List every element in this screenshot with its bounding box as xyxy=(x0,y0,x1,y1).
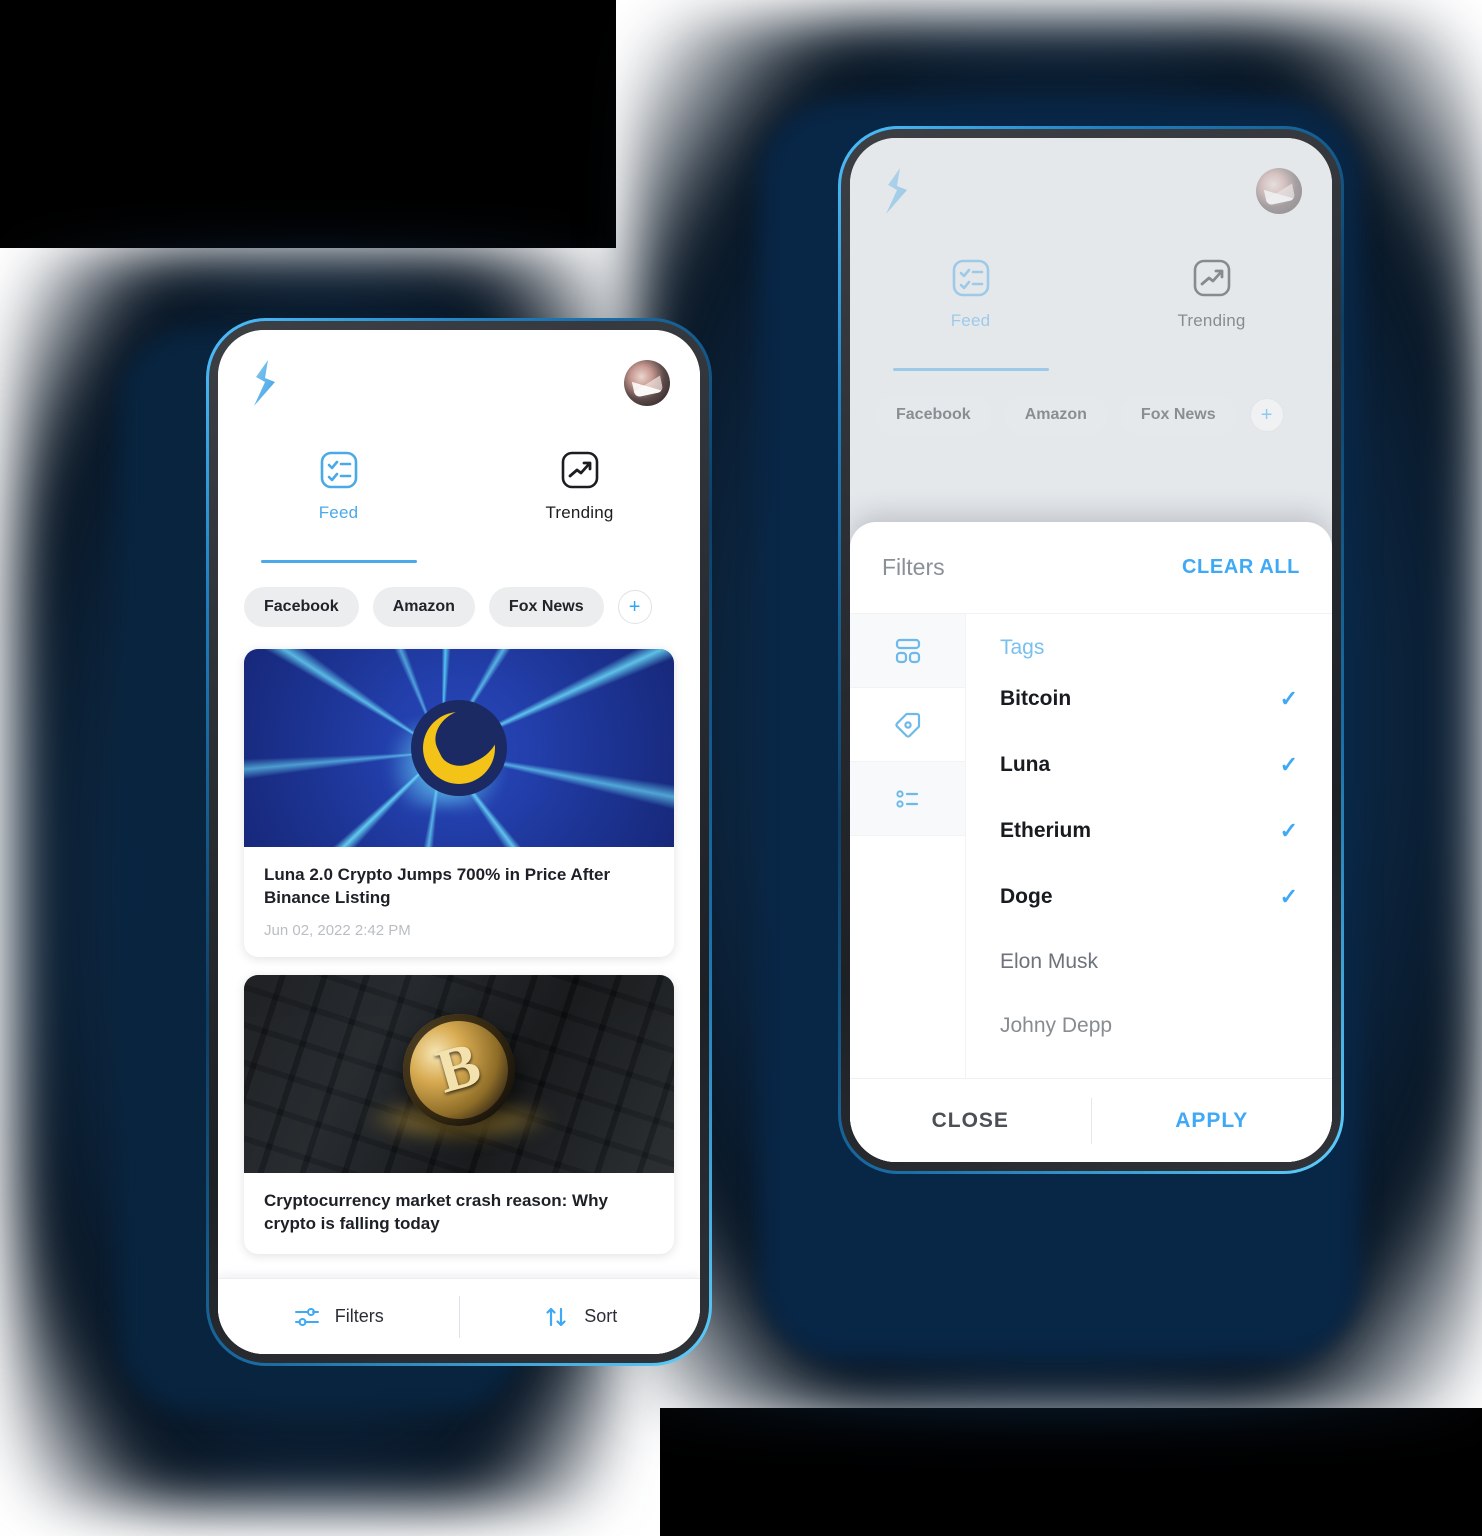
check-icon: ✓ xyxy=(1279,818,1298,843)
tab-feed[interactable]: Feed xyxy=(218,448,459,563)
article-thumbnail xyxy=(244,649,674,847)
chip-row-left: Facebook Amazon Fox News + xyxy=(218,539,700,627)
article-thumbnail: B xyxy=(244,974,674,1173)
sort-arrows-icon xyxy=(546,1307,566,1326)
phone-right-screen: Feed Trending Facebook Amazon xyxy=(850,138,1332,1162)
tab-active-underline xyxy=(260,560,417,563)
apply-button[interactable]: APPLY xyxy=(1092,1109,1333,1133)
tag-row-doge[interactable]: Doge ✓ xyxy=(966,864,1332,930)
filter-sheet-title: Filters xyxy=(882,554,945,580)
trending-up-icon xyxy=(561,451,598,489)
layout-grid-icon xyxy=(895,638,920,663)
lightning-bolt-logo xyxy=(254,360,275,406)
tag-label: Etherium xyxy=(1000,819,1092,842)
article-title: Cryptocurrency market crash reason: Why … xyxy=(264,1190,608,1233)
article-feed[interactable]: Luna 2.0 Crypto Jumps 700% in Price Afte… xyxy=(218,627,700,1278)
article-body: Luna 2.0 Crypto Jumps 700% in Price Afte… xyxy=(244,847,674,957)
check-icon: ✓ xyxy=(1279,752,1298,777)
screenshot-stage: Feed Trending Facebook Amazon xyxy=(0,0,1482,1536)
filter-sheet: Filters CLEAR ALL Tags Bitcoin ✓ Luna ✓ … xyxy=(850,522,1332,1162)
chip-fox-news[interactable]: Fox News xyxy=(488,587,604,627)
chip-amazon[interactable]: Amazon xyxy=(372,587,475,627)
phone-left-screen: Feed Trending Facebook Amazon Fox News +… xyxy=(218,330,700,1354)
sort-button[interactable]: Sort xyxy=(460,1303,701,1331)
article-card[interactable]: Luna 2.0 Crypto Jumps 700% in Price Afte… xyxy=(244,649,674,957)
list-options-icon xyxy=(895,789,918,808)
article-card[interactable]: B Cryptocurrency market crash reason: Wh… xyxy=(244,974,674,1254)
background-plate-bottom-right xyxy=(660,1408,1482,1536)
filter-category-rail xyxy=(850,614,966,1078)
tag-row-bitcoin[interactable]: Bitcoin ✓ xyxy=(966,666,1332,732)
top-bar-left xyxy=(218,330,700,414)
tag-label: Luna xyxy=(1000,753,1051,776)
tab-feed-label: Feed xyxy=(318,503,359,522)
filters-label: Filters xyxy=(334,1306,384,1326)
tag-label: Johny Depp xyxy=(1000,1014,1113,1037)
phone-right: Feed Trending Facebook Amazon xyxy=(838,126,1344,1174)
checklist-icon xyxy=(320,451,357,489)
phone-left: Feed Trending Facebook Amazon Fox News +… xyxy=(206,318,712,1366)
tag-row-luna[interactable]: Luna ✓ xyxy=(966,732,1332,798)
tag-icon xyxy=(894,712,920,738)
app-screen-left: Feed Trending Facebook Amazon Fox News +… xyxy=(218,330,700,1354)
chip-facebook[interactable]: Facebook xyxy=(244,587,359,627)
check-icon: ✓ xyxy=(1279,884,1298,909)
filter-sheet-footer: CLOSE APPLY xyxy=(850,1078,1332,1162)
article-body: Cryptocurrency market crash reason: Why … xyxy=(244,1173,674,1254)
filter-sheet-header: Filters CLEAR ALL xyxy=(850,522,1332,614)
rail-item-options[interactable] xyxy=(850,762,965,836)
article-date: Jun 02, 2022 2:42 PM xyxy=(264,921,411,939)
add-source-button[interactable]: + xyxy=(617,590,652,624)
article-title: Luna 2.0 Crypto Jumps 700% in Price Afte… xyxy=(264,865,611,907)
tab-bar-left: Feed Trending xyxy=(218,414,700,563)
check-icon: ✓ xyxy=(1279,686,1298,711)
clear-all-button[interactable]: CLEAR ALL xyxy=(1182,556,1300,579)
tab-trending[interactable]: Trending xyxy=(459,448,700,539)
avatar[interactable] xyxy=(624,360,670,406)
filters-sliders-icon xyxy=(294,1307,319,1326)
tag-label: Elon Musk xyxy=(1000,950,1099,973)
tag-row-etherium[interactable]: Etherium ✓ xyxy=(966,798,1332,864)
tag-list[interactable]: Tags Bitcoin ✓ Luna ✓ Etherium ✓ Doge ✓ … xyxy=(966,614,1332,1078)
filters-button[interactable]: Filters xyxy=(218,1303,459,1331)
close-button[interactable]: CLOSE xyxy=(850,1109,1091,1133)
rail-item-tags[interactable] xyxy=(850,688,965,762)
rail-item-categories[interactable] xyxy=(850,614,965,688)
tag-row-johny-depp[interactable]: Johny Depp xyxy=(966,994,1332,1058)
tab-trending-label: Trending xyxy=(545,503,614,522)
sort-label: Sort xyxy=(584,1306,618,1326)
tag-label: Doge xyxy=(1000,885,1053,908)
background-plate-top-left xyxy=(0,0,616,248)
tag-list-section-label: Tags xyxy=(1000,636,1045,659)
tag-label: Bitcoin xyxy=(1000,687,1072,710)
tag-row-elon-musk[interactable]: Elon Musk xyxy=(966,930,1332,994)
filter-sheet-body: Tags Bitcoin ✓ Luna ✓ Etherium ✓ Doge ✓ … xyxy=(850,614,1332,1078)
bottom-action-bar: Filters Sort xyxy=(218,1278,700,1354)
